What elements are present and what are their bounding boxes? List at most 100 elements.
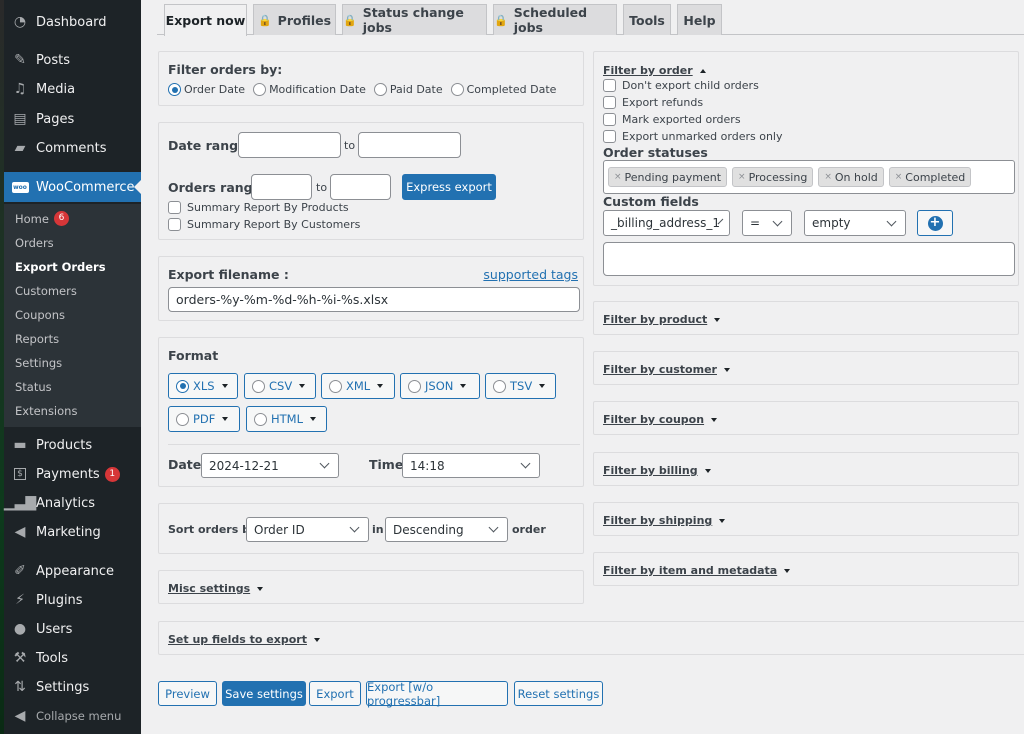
summary-products-checkbox[interactable]: Summary Report By Products	[168, 201, 349, 214]
dont-export-child-orders-checkbox[interactable]: Don't export child orders	[603, 79, 759, 92]
radio-button[interactable]	[176, 379, 189, 393]
format-xml-option[interactable]: XML	[321, 373, 395, 399]
sidebar-item-comments[interactable]: ▰ Comments	[0, 133, 141, 163]
add-custom-field-button[interactable]: +	[917, 210, 953, 236]
tab-scheduled-jobs[interactable]: 🔒 Scheduled jobs	[493, 4, 617, 35]
radio-order-date[interactable]: Order Date	[168, 83, 245, 96]
radio-button[interactable]	[329, 379, 342, 393]
custom-fields-textarea[interactable]	[603, 242, 1015, 276]
radio-paid-date[interactable]: Paid Date	[373, 83, 443, 96]
sidebar-item-settings[interactable]: ⇅ Settings	[0, 672, 141, 702]
remove-icon[interactable]: ×	[614, 172, 622, 182]
export-filename-input[interactable]: orders-%y-%m-%d-%h-%i-%s.xlsx	[168, 287, 580, 312]
caret-down-icon[interactable]	[299, 384, 306, 388]
checkbox[interactable]	[168, 201, 181, 214]
orders-from-input[interactable]	[251, 174, 312, 200]
filter-by-coupon-toggle[interactable]: Filter by coupon	[603, 412, 718, 426]
export-refunds-checkbox[interactable]: Export refunds	[603, 96, 703, 109]
caret-down-icon[interactable]	[714, 317, 721, 322]
radio-button[interactable]	[254, 412, 267, 426]
caret-down-icon[interactable]	[222, 417, 229, 421]
format-html-option[interactable]: HTML	[246, 406, 327, 432]
misc-settings-toggle[interactable]: Misc settings	[168, 581, 264, 595]
checkbox[interactable]	[168, 218, 181, 231]
radio-button[interactable]	[408, 379, 421, 393]
tab-export-now[interactable]: Export now	[164, 4, 247, 36]
sidebar-item-plugins[interactable]: ⚡ Plugins	[0, 585, 141, 615]
tab-help[interactable]: Help	[677, 4, 722, 35]
sidebar-item-appearance[interactable]: ✐ Appearance	[0, 556, 141, 586]
radio-button[interactable]	[168, 83, 181, 96]
orders-to-input[interactable]	[330, 174, 391, 200]
filter-by-customer-toggle[interactable]: Filter by customer	[603, 362, 730, 376]
checkbox[interactable]	[603, 79, 616, 92]
caret-down-icon[interactable]	[460, 384, 467, 388]
checkbox[interactable]	[603, 96, 616, 109]
reset-settings-button[interactable]: Reset settings	[514, 681, 603, 706]
time-select[interactable]: 14:18	[402, 453, 540, 478]
sort-direction-select[interactable]: Descending	[385, 517, 508, 542]
caret-down-icon[interactable]	[784, 568, 791, 573]
submenu-customers[interactable]: Customers	[15, 284, 77, 298]
caret-down-icon[interactable]	[719, 518, 726, 523]
filter-by-item-metadata-toggle[interactable]: Filter by item and metadata	[603, 563, 791, 577]
tab-status-change-jobs[interactable]: 🔒 Status change jobs	[342, 4, 487, 35]
caret-down-icon[interactable]	[257, 586, 264, 591]
format-json-option[interactable]: JSON	[400, 373, 480, 399]
export-unmarked-only-checkbox[interactable]: Export unmarked orders only	[603, 130, 782, 143]
sidebar-item-pages[interactable]: ▤ Pages	[0, 104, 141, 134]
radio-button[interactable]	[253, 83, 267, 96]
radio-button[interactable]	[252, 379, 265, 393]
submenu-settings[interactable]: Settings	[15, 356, 62, 370]
sidebar-item-products[interactable]: ▬ Products	[0, 430, 141, 460]
sidebar-item-payments[interactable]: $ Payments 1	[0, 459, 141, 489]
date-from-input[interactable]	[238, 132, 341, 158]
mark-exported-orders-checkbox[interactable]: Mark exported orders	[603, 113, 741, 126]
remove-icon[interactable]: ×	[738, 172, 746, 182]
caret-down-icon[interactable]	[221, 384, 228, 388]
caret-down-icon[interactable]	[539, 384, 546, 388]
tab-tools[interactable]: Tools	[623, 4, 671, 35]
sidebar-item-tools[interactable]: ⚒ Tools	[0, 643, 141, 673]
caret-down-icon[interactable]	[310, 417, 317, 421]
radio-button[interactable]	[493, 379, 506, 393]
express-export-button[interactable]: Express export	[402, 174, 496, 200]
format-tsv-option[interactable]: TSV	[485, 373, 556, 399]
radio-button[interactable]	[176, 412, 189, 426]
sidebar-item-analytics[interactable]: ▁▃▇ Analytics	[0, 488, 141, 518]
date-to-input[interactable]	[358, 132, 461, 158]
caret-down-icon[interactable]	[313, 637, 320, 642]
caret-down-icon[interactable]	[377, 384, 384, 388]
radio-button[interactable]	[450, 83, 464, 96]
sidebar-item-users[interactable]: ● Users	[0, 614, 141, 644]
radio-button[interactable]	[373, 83, 387, 96]
checkbox[interactable]	[603, 113, 616, 126]
sidebar-item-marketing[interactable]: ◀ Marketing	[0, 517, 141, 547]
filter-by-order-toggle[interactable]: Filter by order	[603, 63, 706, 77]
custom-field-select[interactable]: _billing_address_1	[603, 210, 730, 236]
sidebar-item-media[interactable]: ♫ Media	[0, 74, 141, 104]
export-button[interactable]: Export	[309, 681, 361, 706]
checkbox[interactable]	[603, 130, 616, 143]
sort-field-select[interactable]: Order ID	[246, 517, 369, 542]
collapse-menu-button[interactable]: ◀ Collapse menu	[0, 701, 141, 731]
order-statuses-multiselect[interactable]: × Pending payment × Processing × On hold × C…	[603, 160, 1015, 194]
submenu-reports[interactable]: Reports	[15, 332, 59, 346]
caret-down-icon[interactable]	[704, 468, 711, 473]
caret-down-icon[interactable]	[711, 417, 718, 422]
submenu-coupons[interactable]: Coupons	[15, 308, 65, 322]
custom-field-operator-select[interactable]: =	[742, 210, 792, 236]
custom-field-value-select[interactable]: empty	[804, 210, 906, 236]
submenu-status[interactable]: Status	[15, 380, 52, 394]
summary-customers-checkbox[interactable]: Summary Report By Customers	[168, 218, 360, 231]
format-xls-option[interactable]: XLS	[168, 373, 238, 399]
save-settings-button[interactable]: Save settings	[222, 681, 306, 706]
date-select[interactable]: 2024-12-21	[201, 453, 339, 478]
submenu-orders[interactable]: Orders	[15, 236, 54, 250]
format-csv-option[interactable]: CSV	[244, 373, 316, 399]
format-pdf-option[interactable]: PDF	[168, 406, 240, 432]
sidebar-item-dashboard[interactable]: ◔ Dashboard	[0, 7, 141, 37]
export-without-progressbar-button[interactable]: Export [w/o progressbar]	[366, 680, 508, 708]
radio-completed-date[interactable]: Completed Date	[450, 83, 556, 96]
submenu-export-orders[interactable]: Export Orders	[15, 260, 106, 274]
